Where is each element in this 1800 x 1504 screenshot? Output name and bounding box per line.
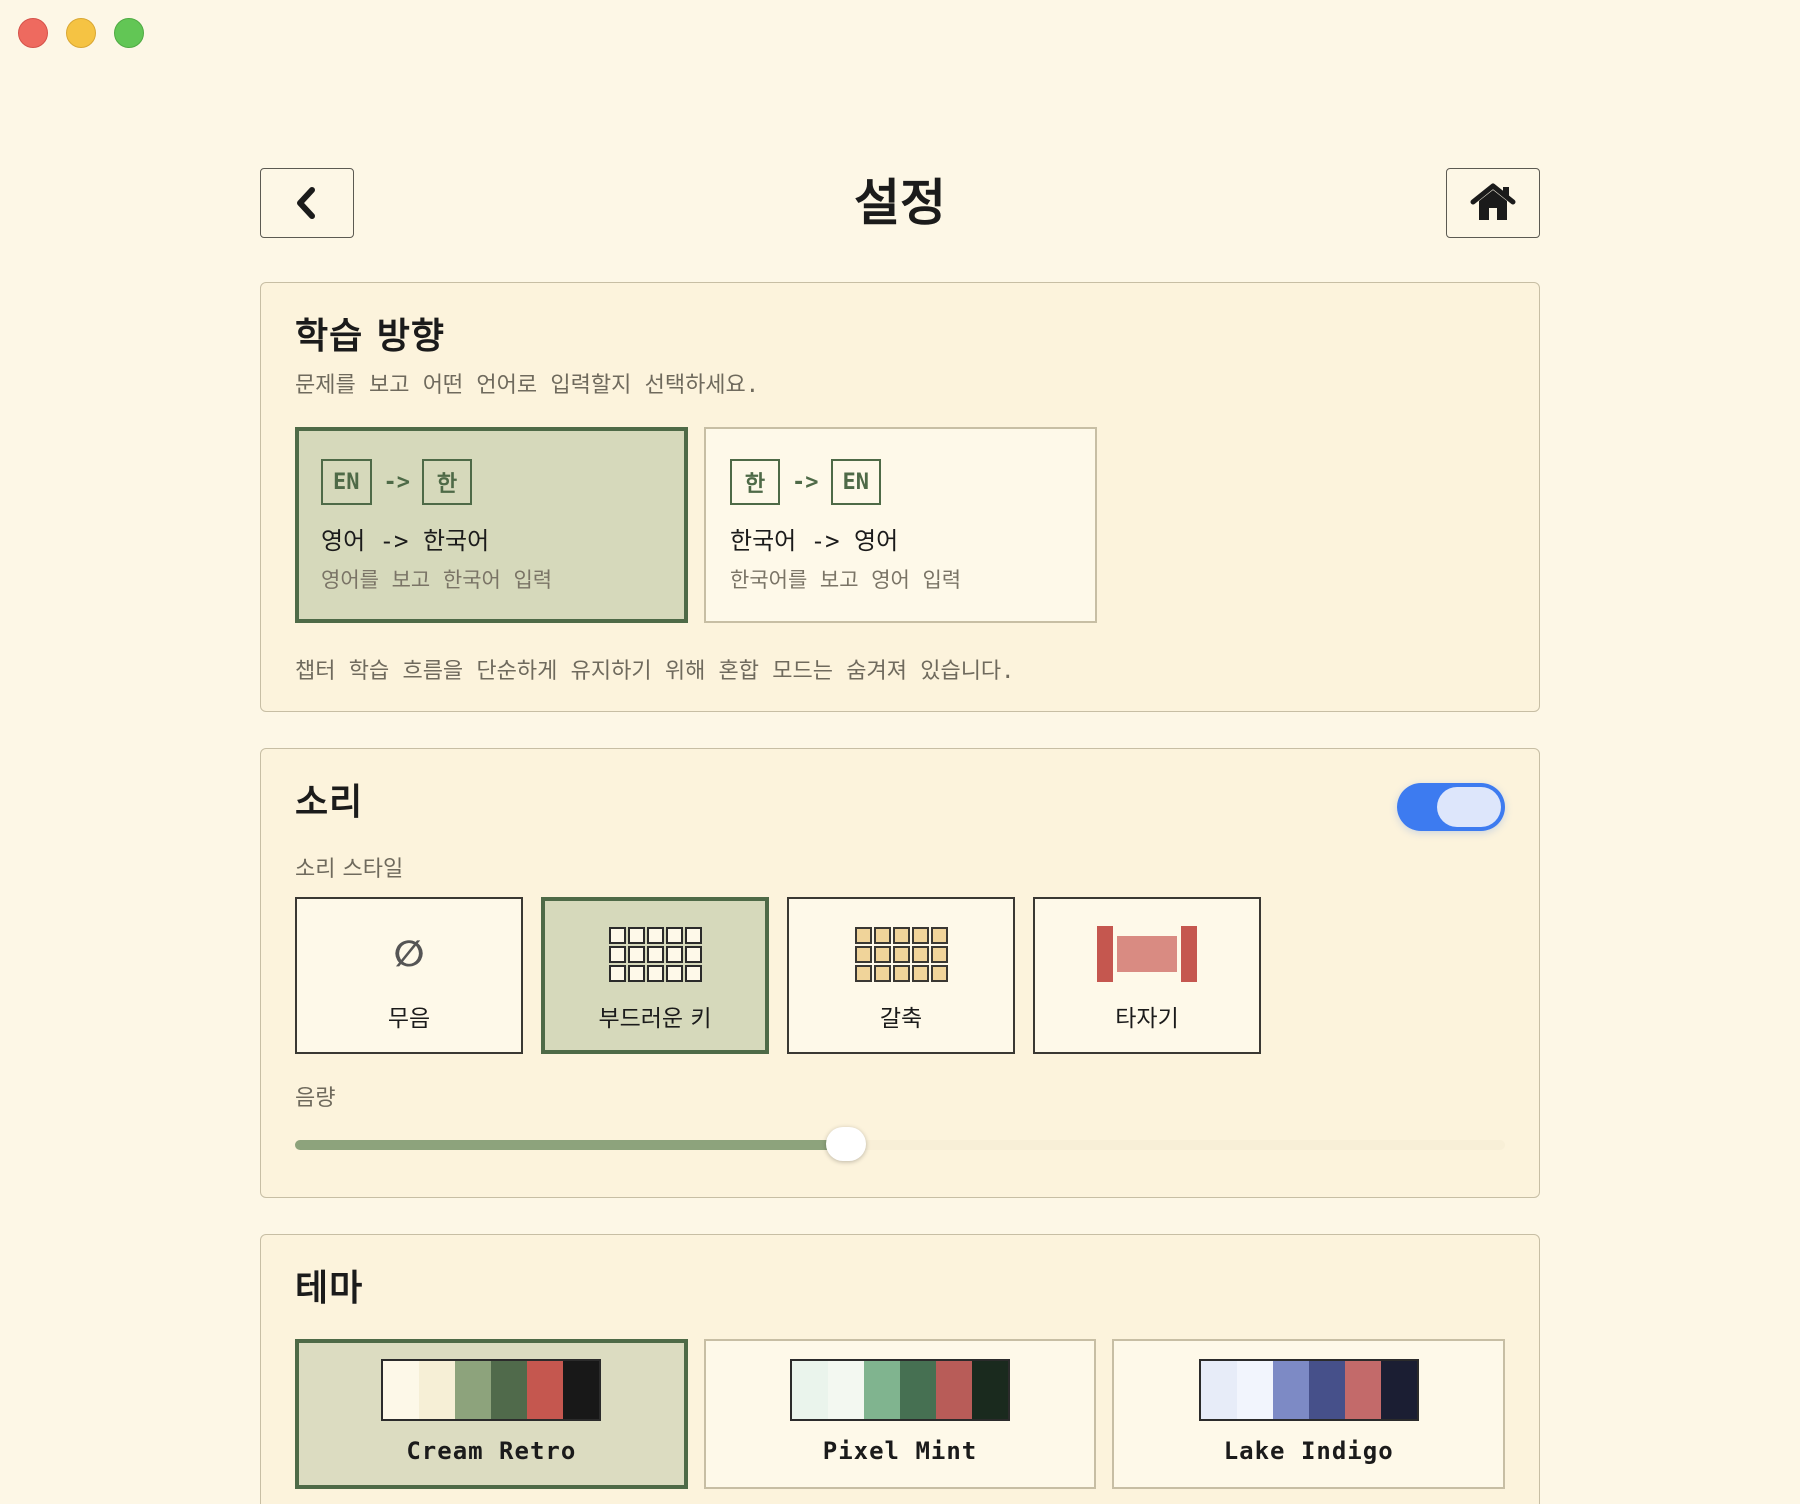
- color-swatch: [419, 1361, 456, 1419]
- minimize-window-button[interactable]: [66, 18, 96, 48]
- color-swatch: [1344, 1361, 1381, 1419]
- back-button[interactable]: [260, 168, 354, 238]
- theme-swatches: [381, 1359, 602, 1421]
- section-title: 학습 방향: [295, 316, 446, 357]
- slider-fill: [295, 1140, 846, 1150]
- sound-toggle[interactable]: [1397, 783, 1505, 831]
- mute-glyph: ∅: [393, 933, 425, 975]
- arrow-text: ->: [792, 469, 819, 495]
- theme-options: Cream Retro Pixel Mint Lake Indigo: [295, 1339, 1506, 1489]
- color-swatch: [936, 1361, 972, 1419]
- section-description: 문제를 보고 어떤 언어로 입력할지 선택하세요.: [295, 373, 760, 398]
- app-window: 설정 학습 방향 문제를 보고 어떤 언어로 입력할지 선택하세요. EN ->: [0, 0, 1800, 1504]
- theme-swatches: [790, 1359, 1010, 1421]
- theme-swatches: [1198, 1359, 1419, 1421]
- mute-icon: ∅: [394, 925, 425, 983]
- direction-options: EN -> 한 영어 -> 한국어 영어를 보고 한국어 입력 한 -> EN …: [295, 427, 1505, 623]
- volume-slider[interactable]: [295, 1124, 1505, 1164]
- color-swatch: [1272, 1361, 1309, 1419]
- language-chips: EN -> 한: [321, 459, 662, 505]
- color-swatch: [972, 1361, 1008, 1419]
- sound-style-typewriter[interactable]: 타자기: [1033, 897, 1261, 1054]
- option-subtitle: 한국어를 보고 영어 입력: [730, 568, 962, 592]
- home-button[interactable]: [1446, 168, 1540, 238]
- color-swatch: [1380, 1361, 1417, 1419]
- volume-label: 음량: [295, 1086, 336, 1111]
- sound-section: 소리 소리 스타일 ∅ 무음 부드러운 키 갈축 타자기 음량: [260, 748, 1540, 1198]
- theme-option-cream-retro[interactable]: Cream Retro: [295, 1339, 688, 1489]
- color-swatch: [1308, 1361, 1345, 1419]
- sound-style-label: 무음: [387, 1006, 431, 1032]
- brown-switch-keys-icon: [854, 925, 948, 983]
- soft-keys-icon: [608, 925, 702, 983]
- theme-section: 테마 Cream Retro Pixel Mint Lake Indigo: [260, 1234, 1540, 1504]
- sound-style-options: ∅ 무음 부드러운 키 갈축 타자기: [295, 897, 1505, 1054]
- color-swatch: [527, 1361, 564, 1419]
- language-chip: 한: [422, 459, 472, 505]
- arrow-text: ->: [383, 469, 411, 495]
- section-title: 소리: [295, 782, 364, 823]
- section-title: 테마: [295, 1268, 364, 1309]
- language-chip: EN: [830, 459, 881, 505]
- language-chips: 한 -> EN: [730, 459, 1071, 505]
- theme-name: Pixel Mint: [822, 1437, 978, 1465]
- sound-style-label: 소리 스타일: [295, 857, 404, 882]
- color-swatch: [1236, 1361, 1273, 1419]
- theme-name: Lake Indigo: [1223, 1437, 1394, 1465]
- sound-style-label: 갈축: [879, 1006, 923, 1032]
- home-icon: [1470, 183, 1516, 220]
- sound-style-mute[interactable]: ∅ 무음: [295, 897, 523, 1054]
- sound-style-brown-switch[interactable]: 갈축: [787, 897, 1015, 1054]
- option-title: 한국어 -> 영어: [730, 527, 899, 555]
- color-swatch: [828, 1361, 864, 1419]
- page-title: 설정: [854, 174, 946, 232]
- color-swatch: [491, 1361, 528, 1419]
- theme-name: Cream Retro: [406, 1437, 577, 1465]
- slider-thumb[interactable]: [825, 1127, 866, 1161]
- sound-style-soft-keys[interactable]: 부드러운 키: [541, 897, 769, 1054]
- option-title: 영어 -> 한국어: [321, 527, 490, 555]
- top-bar: 설정: [260, 168, 1540, 240]
- color-swatch: [792, 1361, 828, 1419]
- color-swatch: [455, 1361, 492, 1419]
- direction-option-ko-to-en[interactable]: 한 -> EN 한국어 -> 영어 한국어를 보고 영어 입력: [704, 427, 1097, 623]
- color-swatch: [900, 1361, 936, 1419]
- language-chip: 한: [730, 459, 780, 505]
- language-chip: EN: [321, 459, 372, 505]
- color-swatch: [563, 1361, 600, 1419]
- theme-option-pixel-mint[interactable]: Pixel Mint: [703, 1339, 1097, 1489]
- theme-option-lake-indigo[interactable]: Lake Indigo: [1112, 1339, 1506, 1489]
- toggle-knob: [1437, 787, 1501, 827]
- close-window-button[interactable]: [18, 18, 48, 48]
- color-swatch: [383, 1361, 420, 1419]
- settings-content: 설정 학습 방향 문제를 보고 어떤 언어로 입력할지 선택하세요. EN ->: [260, 168, 1540, 1504]
- option-subtitle: 영어를 보고 한국어 입력: [321, 568, 553, 592]
- sound-style-label: 타자기: [1115, 1006, 1179, 1032]
- direction-option-en-to-ko[interactable]: EN -> 한 영어 -> 한국어 영어를 보고 한국어 입력: [295, 427, 688, 623]
- window-controls: [18, 18, 144, 48]
- chevron-left-icon: [297, 187, 315, 219]
- color-swatch: [1200, 1361, 1237, 1419]
- color-swatch: [864, 1361, 900, 1419]
- direction-note: 챕터 학습 흐름을 단순하게 유지하기 위해 혼합 모드는 숨겨져 있습니다.: [295, 659, 1015, 684]
- learning-direction-section: 학습 방향 문제를 보고 어떤 언어로 입력할지 선택하세요. EN -> 한 …: [260, 282, 1540, 712]
- zoom-window-button[interactable]: [114, 18, 144, 48]
- typewriter-icon: [1097, 925, 1197, 983]
- sound-style-label: 부드러운 키: [598, 1006, 712, 1032]
